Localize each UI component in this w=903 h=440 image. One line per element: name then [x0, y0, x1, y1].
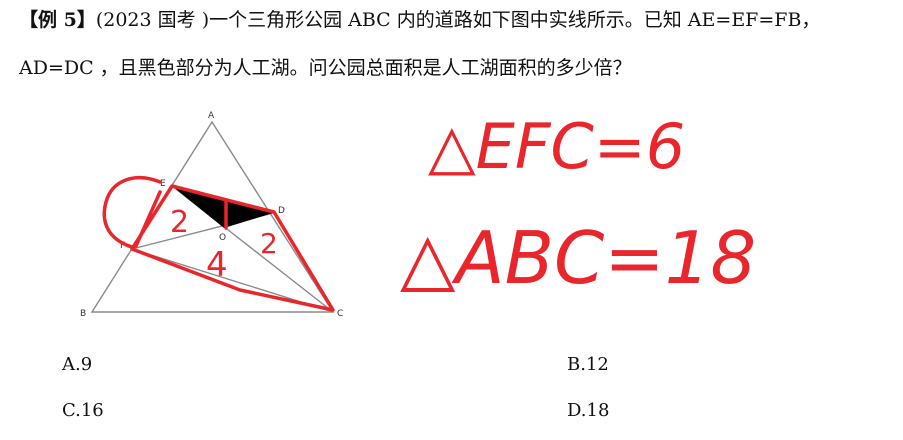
vertex-label-a: A [208, 111, 215, 121]
vertex-label-d: D [278, 206, 285, 216]
vertex-label-f: F [120, 241, 125, 251]
option-a[interactable]: A.9 [62, 354, 92, 376]
vertex-label-b: B [80, 309, 86, 319]
triangle-figure: A B C D E F O [80, 111, 343, 319]
vertex-label-c: C [337, 309, 343, 319]
vertex-label-o: O [219, 233, 226, 243]
road-f-c [131, 248, 334, 313]
vertex-label-e: E [160, 179, 166, 189]
option-d[interactable]: D.18 [567, 400, 609, 422]
lake-black [172, 186, 273, 228]
option-c[interactable]: C.16 [62, 400, 104, 422]
option-b[interactable]: B.12 [567, 354, 609, 376]
